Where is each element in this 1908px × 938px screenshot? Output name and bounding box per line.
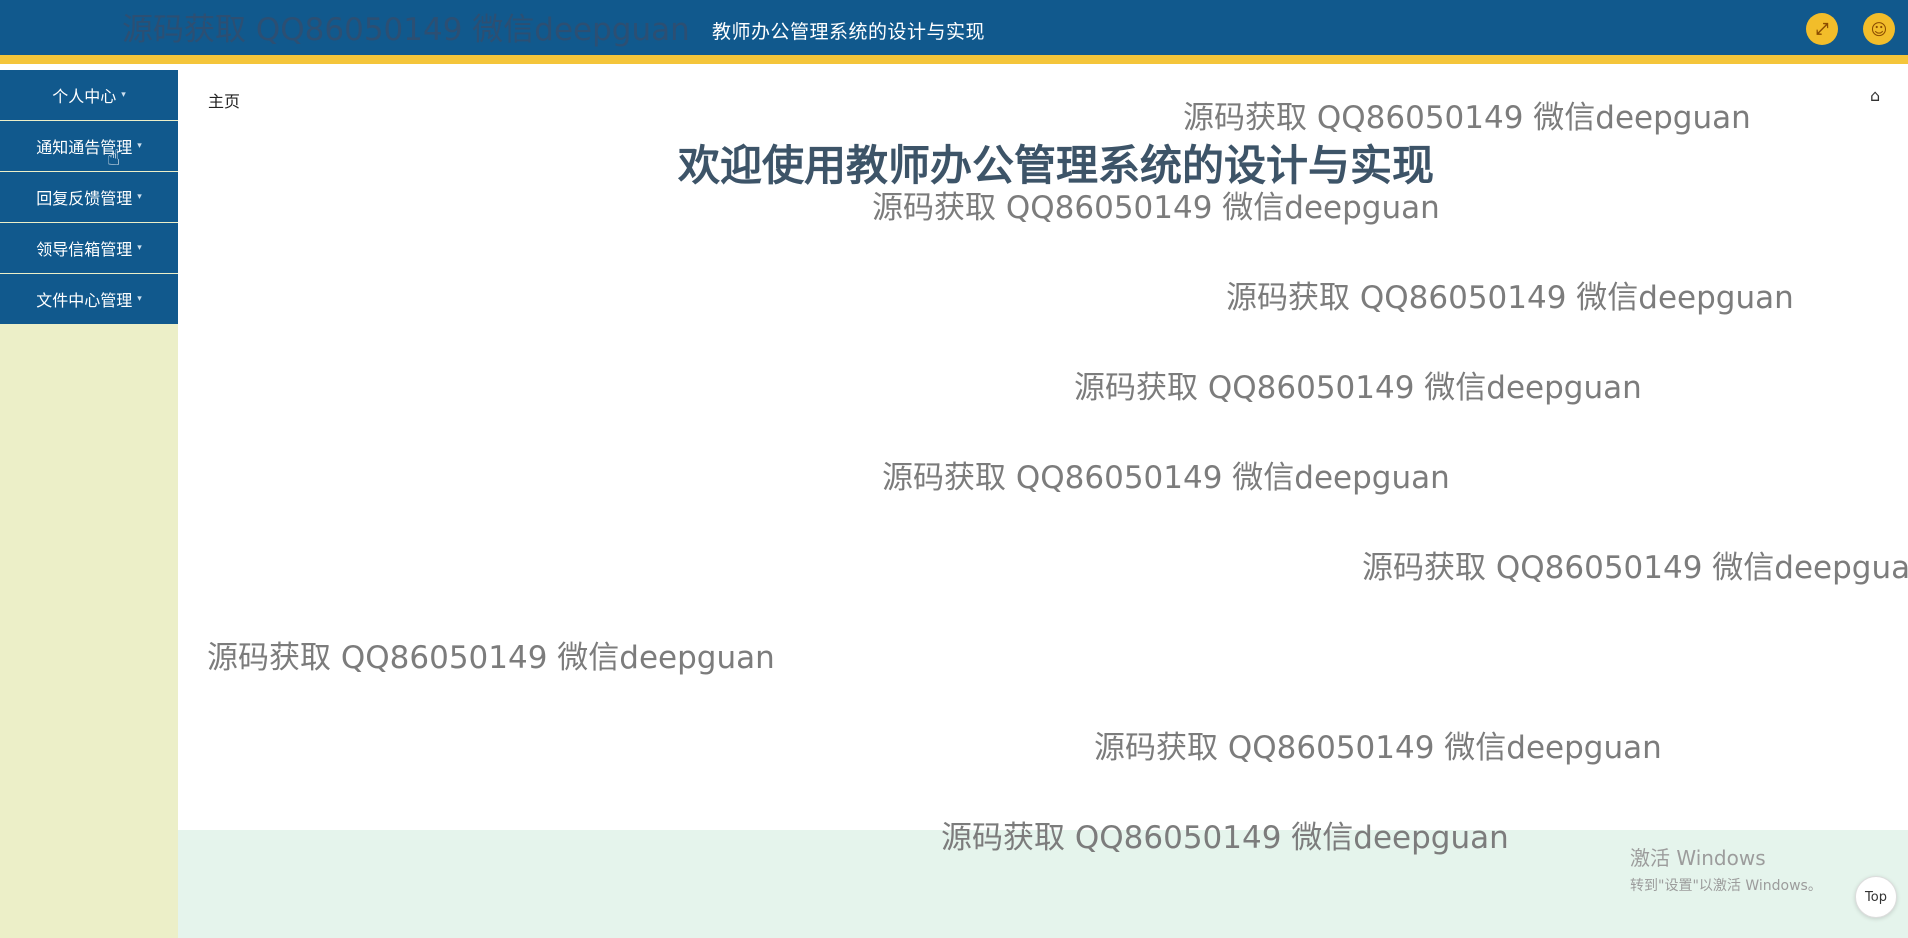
sidebar: 个人中心 ▾ 通知通告管理 ▾ 回复反馈管理 ▾ 领导信箱管理 ▾ 文件中心管理… bbox=[0, 70, 178, 938]
watermark-text: 源码获取 QQ86050149 微信deepguan bbox=[1183, 100, 1751, 136]
hand-cursor-icon: ☝ bbox=[107, 146, 121, 171]
activation-subtitle: 转到"设置"以激活 Windows。 bbox=[1630, 878, 1822, 894]
sidebar-item-personal-center[interactable]: 个人中心 ▾ bbox=[0, 70, 178, 120]
watermark-text: 源码获取 QQ86050149 微信deepguan bbox=[1226, 280, 1794, 316]
fullscreen-icon[interactable]: ⤢ bbox=[1806, 13, 1838, 45]
scroll-top-button[interactable]: Top bbox=[1855, 876, 1897, 918]
watermark-text: 源码获取 QQ86050149 微信deepguan bbox=[882, 460, 1450, 496]
chevron-down-icon: ▾ bbox=[137, 192, 142, 202]
chevron-down-icon: ▾ bbox=[137, 294, 142, 304]
watermark-text: 源码获取 QQ86050149 微信deepguan bbox=[941, 820, 1509, 856]
watermark-text: 源码获取 QQ86050149 微信deepguan bbox=[207, 640, 775, 676]
user-icon[interactable]: ☺ bbox=[1863, 13, 1895, 45]
sidebar-item-label: 领导信箱管理 bbox=[36, 240, 133, 259]
chevron-down-icon: ▾ bbox=[137, 243, 142, 253]
sidebar-item-file-center-management[interactable]: 文件中心管理 ▾ bbox=[0, 274, 178, 324]
windows-activation-notice: 激活 Windows 转到"设置"以激活 Windows。 bbox=[1630, 842, 1822, 895]
chevron-down-icon: ▾ bbox=[121, 90, 126, 100]
breadcrumb[interactable]: 主页 bbox=[208, 88, 240, 112]
home-icon[interactable]: ⌂ bbox=[1870, 86, 1880, 105]
sidebar-item-label: 回复反馈管理 bbox=[36, 189, 133, 208]
sidebar-item-notice-management[interactable]: 通知通告管理 ▾ bbox=[0, 121, 178, 171]
sidebar-item-label: 文件中心管理 bbox=[36, 291, 133, 310]
sidebar-item-leader-mailbox-management[interactable]: 领导信箱管理 ▾ bbox=[0, 223, 178, 273]
watermark-text: 源码获取 QQ86050149 微信deepguan bbox=[1074, 370, 1642, 406]
watermark-text: 源码获取 QQ86050149 微信deepguan bbox=[872, 190, 1440, 226]
app-title: 教师办公管理系统的设计与实现 bbox=[712, 21, 986, 43]
chevron-down-icon: ▾ bbox=[137, 141, 142, 151]
watermark-text: 源码获取 QQ86050149 微信deepguan bbox=[122, 12, 690, 48]
activation-title: 激活 Windows bbox=[1630, 846, 1766, 870]
sidebar-item-feedback-management[interactable]: 回复反馈管理 ▾ bbox=[0, 172, 178, 222]
header-accent-stripe bbox=[0, 55, 1908, 64]
watermark-text: 源码获取 QQ86050149 微信deepguan bbox=[1094, 730, 1662, 766]
watermark-text: 源码获取 QQ86050149 微信deepguan bbox=[1362, 550, 1908, 586]
sidebar-item-label: 个人中心 bbox=[52, 87, 117, 106]
